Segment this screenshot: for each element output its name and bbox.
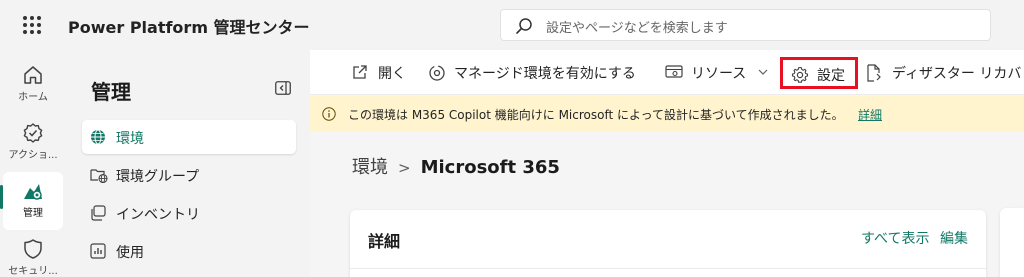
- app-title[interactable]: Power Platform 管理センター: [68, 14, 310, 38]
- enable-managed-env-label: マネージド環境を有効にする: [454, 66, 636, 82]
- nav-panel: 管理 環境 環境グループ インベントリ 使用: [70, 50, 309, 277]
- home-icon: [24, 66, 42, 84]
- disaster-recovery-label: ディザスター リカバ: [892, 66, 1022, 82]
- nav-item-environments[interactable]: 環境: [82, 120, 296, 154]
- settings-button[interactable]: 設定: [780, 57, 858, 89]
- folder-globe-icon: [90, 169, 108, 183]
- info-icon: [322, 107, 336, 121]
- rail-label-home: ホーム: [18, 92, 48, 103]
- chevron-down-icon: [758, 69, 768, 75]
- nav-label-usage: 使用: [116, 245, 144, 261]
- rail-item-manage[interactable]: 管理: [0, 172, 63, 230]
- rail-item-security[interactable]: セキュリ...: [3, 230, 63, 277]
- main-content: 開く マネージド環境を有効にする リソース 設定 ディザスター リカバ この環境…: [310, 50, 1024, 277]
- settings-label: 設定: [817, 68, 845, 84]
- shield-icon: [24, 239, 42, 259]
- info-banner: この環境は M365 Copilot 機能向けに Microsoft によって設…: [310, 96, 1024, 132]
- nav-item-environment-groups[interactable]: 環境グループ: [82, 158, 296, 192]
- chart-icon: [90, 243, 106, 259]
- action-icon: [23, 123, 43, 143]
- collapse-panel-icon[interactable]: [275, 81, 291, 95]
- nav-label-inventory: インベントリ: [116, 207, 200, 223]
- open-label: 開く: [378, 66, 406, 82]
- breadcrumb: 環境 > Microsoft 365: [352, 153, 560, 179]
- breadcrumb-environments[interactable]: 環境: [352, 157, 388, 178]
- left-rail: ホーム アクショ... 管理 セキュリ...: [0, 50, 66, 277]
- manage-icon: [24, 184, 42, 200]
- open-external-icon: [353, 65, 367, 79]
- search-icon: [516, 18, 532, 34]
- rail-item-home[interactable]: ホーム: [3, 56, 63, 114]
- inventory-icon: [91, 205, 106, 221]
- edit-link[interactable]: 編集: [940, 228, 968, 248]
- search-input[interactable]: 設定やページなどを検索します: [500, 9, 991, 41]
- rail-label-action: アクショ...: [8, 150, 58, 161]
- nav-title: 管理: [91, 80, 131, 104]
- learn-more-link[interactable]: 詳細: [858, 106, 882, 123]
- details-card-title: 詳細: [368, 232, 401, 251]
- breadcrumb-current: Microsoft 365: [420, 157, 560, 178]
- nav-label-environments: 環境: [116, 131, 144, 147]
- side-pane-edge: [1000, 208, 1024, 277]
- search-placeholder: 設定やページなどを検索します: [546, 21, 728, 36]
- resources-icon: [665, 65, 683, 78]
- command-bar: 開く マネージド環境を有効にする リソース 設定 ディザスター リカバ: [310, 50, 1024, 95]
- nav-item-usage[interactable]: 使用: [82, 234, 296, 268]
- rail-item-action[interactable]: アクショ...: [3, 114, 63, 172]
- gear-icon: [791, 66, 809, 83]
- details-card: 詳細 すべて表示 編集: [350, 210, 986, 277]
- show-all-link[interactable]: すべて表示: [861, 228, 929, 248]
- breadcrumb-separator: >: [398, 159, 411, 177]
- rail-label-security: セキュリ...: [8, 266, 58, 277]
- document-restore-icon: [867, 64, 881, 82]
- nav-item-inventory[interactable]: インベントリ: [82, 196, 296, 230]
- rail-label-manage: 管理: [23, 208, 43, 219]
- nav-label-environment-groups: 環境グループ: [116, 169, 200, 185]
- top-bar: Power Platform 管理センター 設定やページなどを検索します: [0, 0, 1024, 50]
- card-divider: [350, 268, 986, 269]
- managed-environment-icon: [429, 65, 445, 81]
- globe-icon: [91, 129, 105, 145]
- app-launcher-icon[interactable]: [23, 16, 41, 34]
- info-banner-message: この環境は M365 Copilot 機能向けに Microsoft によって設…: [348, 108, 844, 122]
- resources-label: リソース: [691, 66, 747, 82]
